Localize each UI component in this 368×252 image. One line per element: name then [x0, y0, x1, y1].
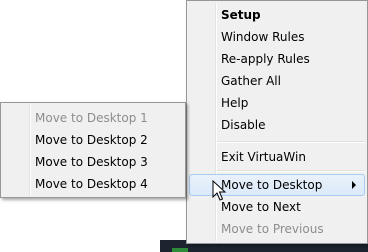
submenu-item-desktop-1: Move to Desktop 1 — [35, 111, 148, 125]
menu-item-move-to-desktop-label: Move to Desktop — [221, 178, 323, 192]
virtuawin-tray-icon[interactable] — [172, 248, 188, 252]
submenu-item-desktop-4[interactable]: Move to Desktop 4 — [3, 173, 183, 195]
menu-separator — [217, 141, 365, 143]
menu-item-disable[interactable]: Disable — [189, 114, 365, 136]
menu-separator — [217, 170, 365, 172]
menu-item-help[interactable]: Help — [189, 92, 365, 114]
menu-item-exit[interactable]: Exit VirtuaWin — [189, 146, 365, 168]
desktop-background: Setup Window Rules Re-apply Rules Gather… — [0, 0, 368, 252]
mouse-pointer-icon — [212, 180, 226, 201]
menu-item-move-to-previous: Move to Previous — [221, 222, 324, 236]
menu-item-reapply-rules[interactable]: Re-apply Rules — [189, 48, 365, 70]
menu-item-gather-all[interactable]: Gather All — [189, 70, 365, 92]
move-to-desktop-submenu: Move to Desktop 1 Move to Desktop 2 Move… — [0, 102, 186, 198]
submenu-item-desktop-2[interactable]: Move to Desktop 2 — [3, 129, 183, 151]
menu-item-window-rules[interactable]: Window Rules — [189, 26, 365, 48]
chevron-right-icon — [352, 181, 356, 189]
menu-item-setup[interactable]: Setup — [189, 4, 365, 26]
virtuawin-context-menu: Setup Window Rules Re-apply Rules Gather… — [186, 0, 368, 244]
submenu-item-desktop-3[interactable]: Move to Desktop 3 — [3, 151, 183, 173]
